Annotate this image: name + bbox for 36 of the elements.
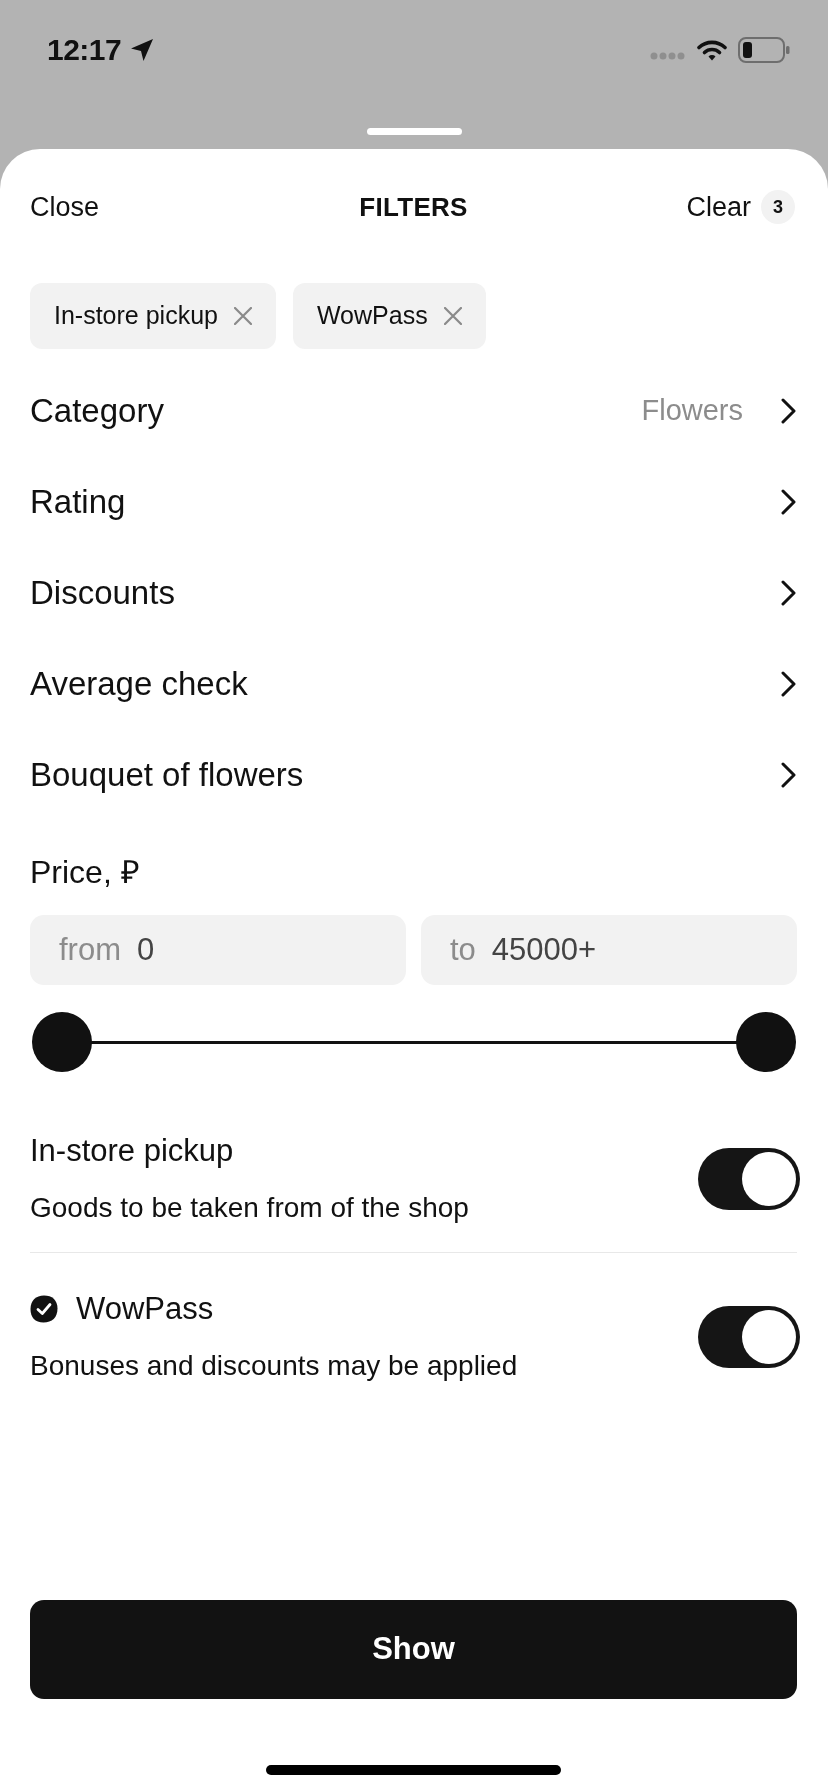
close-icon[interactable] [233,307,252,325]
signal-icon [650,52,685,60]
count-badge: 3 [761,190,795,224]
option-label[interactable]: Category [30,390,164,431]
wifi-icon [697,39,727,61]
price-label: Price, ₽ [30,854,141,890]
sheet-handle[interactable] [366,128,462,135]
status-time: 12:17 [47,35,122,65]
show-button[interactable]: Show [30,1600,797,1699]
toggle-title: WowPass [76,1291,214,1327]
close-button[interactable]: Close [30,189,100,225]
clear-button[interactable]: Clear [686,189,751,225]
option-label[interactable]: Average check [30,663,248,704]
price-field[interactable]: from 0 [30,915,406,985]
battery-icon [738,37,790,63]
option-label[interactable]: Discounts [30,572,175,613]
slider-thumb[interactable] [736,1012,796,1072]
chevron-right-icon[interactable] [781,670,796,697]
chevron-right-icon[interactable] [781,761,796,788]
toggle-title: In-store pickup [30,1133,234,1169]
toggle-description: Goods to be taken from of the shop [30,1192,470,1224]
location-arrow-icon [130,38,155,62]
slider-thumb[interactable] [32,1012,92,1072]
close-icon[interactable] [443,307,462,325]
chevron-right-icon[interactable] [781,397,796,424]
filter-chip[interactable]: In-store pickup [30,283,276,349]
check-badge-icon [30,1295,58,1323]
sheet-title: FILTERS [359,191,468,224]
option-label[interactable]: Rating [30,481,126,522]
chevron-right-icon[interactable] [781,488,796,515]
option-label[interactable]: Bouquet of flowers [30,754,304,795]
toggle-description: Bonuses and discounts may be applied [30,1350,519,1382]
price-field[interactable]: to 45000+ [421,915,797,985]
filter-chip[interactable]: WowPass [292,283,486,349]
option-value: Flowers [641,392,743,428]
chevron-right-icon[interactable] [781,579,796,606]
